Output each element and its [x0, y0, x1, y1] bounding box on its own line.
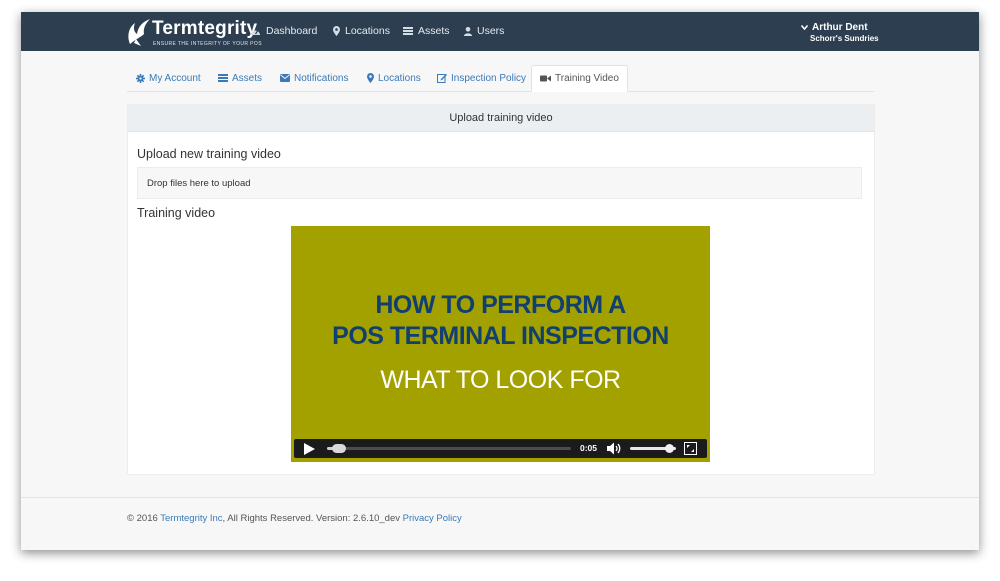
copyright-text: © 2016 [127, 513, 161, 524]
training-video-panel: Upload training video Upload new trainin… [127, 104, 875, 475]
list-icon [218, 74, 228, 82]
tab-label: Assets [232, 72, 263, 84]
version-text: , All Rights Reserved. Version: 2.6.10_d… [222, 513, 403, 524]
tab-my-account[interactable]: My Account [136, 65, 201, 91]
tab-label: Notifications [294, 72, 349, 84]
tab-locations[interactable]: Locations [367, 65, 421, 91]
brand-name: Termtegrity [152, 18, 258, 39]
volume-icon[interactable] [607, 442, 622, 455]
tab-label: Training Video [555, 73, 619, 84]
dropzone-text: Drop files here to upload [147, 177, 251, 189]
gear-icon [136, 73, 145, 83]
video-camera-icon [540, 75, 551, 82]
video-headline-line1: HOW TO PERFORM A [375, 291, 626, 319]
upload-section-title: Upload new training video [137, 147, 281, 161]
nav-users[interactable]: Users [464, 25, 504, 37]
tab-label: Locations [378, 72, 421, 84]
settings-tabs: My Account Assets Notifications Location… [127, 65, 874, 92]
volume-slider[interactable] [630, 444, 676, 453]
file-dropzone[interactable]: Drop files here to upload [137, 167, 862, 199]
video-section-title: Training video [137, 206, 216, 220]
user-name: Arthur Dent [812, 22, 868, 33]
top-navbar: Termtegrity ENSURE THE INTEGRITY OF YOUR… [21, 12, 979, 51]
edit-icon [437, 74, 447, 83]
list-icon [403, 27, 413, 35]
brand-logo[interactable]: Termtegrity ENSURE THE INTEGRITY OF YOUR… [125, 15, 262, 49]
bird-logo-icon [128, 19, 150, 46]
nav-locations[interactable]: Locations [333, 25, 390, 37]
video-headline-line2: POS TERMINAL INSPECTION [332, 322, 669, 350]
map-marker-icon [367, 73, 374, 83]
tab-notifications[interactable]: Notifications [280, 65, 348, 91]
app-window: Termtegrity ENSURE THE INTEGRITY OF YOUR… [21, 12, 979, 550]
tab-training-video[interactable]: Training Video [531, 65, 628, 92]
user-icon [464, 26, 472, 36]
video-subline: WHAT TO LOOK FOR [380, 366, 621, 394]
user-menu[interactable]: Arthur Dent Schorr's Sundries [801, 22, 879, 43]
company-link[interactable]: Termtegrity Inc [160, 513, 222, 524]
tab-label: Inspection Policy [451, 72, 527, 84]
progress-bar[interactable] [327, 444, 571, 453]
footer-divider [21, 497, 979, 498]
video-controls: 0:05 [294, 439, 707, 458]
user-organization: Schorr's Sundries [810, 34, 879, 43]
brand-tagline: ENSURE THE INTEGRITY OF YOUR POS [153, 41, 262, 47]
privacy-policy-link[interactable]: Privacy Policy [403, 513, 462, 524]
current-time: 0:05 [580, 443, 598, 453]
nav-locations-label: Locations [345, 25, 390, 37]
tab-assets[interactable]: Assets [218, 65, 262, 91]
nav-dashboard[interactable]: Dashboard [250, 25, 317, 37]
panel-heading: Upload training video [128, 105, 874, 132]
dashboard-icon [251, 29, 260, 35]
map-marker-icon [333, 26, 340, 36]
fullscreen-icon[interactable] [684, 442, 697, 455]
nav-assets[interactable]: Assets [403, 25, 450, 37]
footer: © 2016 Termtegrity Inc, All Rights Reser… [127, 513, 462, 524]
training-video-player[interactable]: HOW TO PERFORM A POS TERMINAL INSPECTION… [291, 226, 710, 462]
nav-users-label: Users [477, 25, 505, 37]
envelope-icon [280, 74, 290, 82]
progress-handle[interactable] [332, 444, 347, 453]
tab-inspection-policy[interactable]: Inspection Policy [437, 65, 526, 91]
volume-handle[interactable] [665, 444, 675, 453]
nav-assets-label: Assets [418, 25, 450, 37]
nav-dashboard-label: Dashboard [266, 25, 318, 37]
chevron-down-icon [801, 25, 808, 30]
play-icon[interactable] [304, 443, 315, 455]
tab-label: My Account [149, 72, 201, 84]
